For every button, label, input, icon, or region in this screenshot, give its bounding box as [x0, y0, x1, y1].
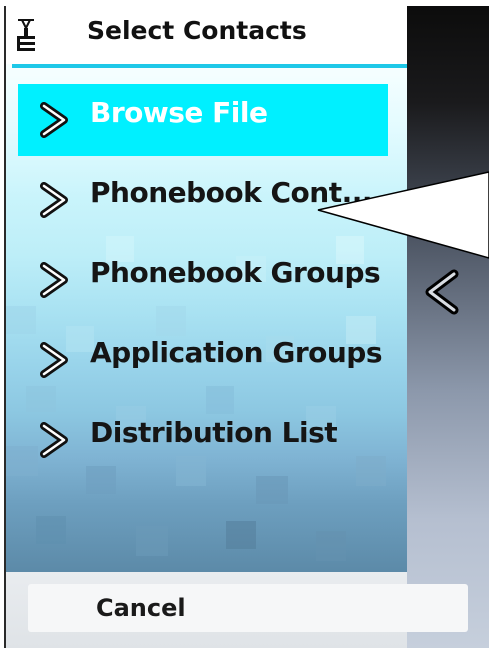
- frame-border: [4, 6, 6, 648]
- page-title: Select Contacts: [87, 16, 307, 45]
- menu-item-label: Application Groups: [90, 336, 383, 369]
- menu-item-label: Browse File: [90, 96, 268, 129]
- menu-item-application-groups[interactable]: Application Groups: [18, 324, 388, 404]
- cancel-button[interactable]: Cancel: [28, 584, 468, 632]
- chevron-right-icon: [40, 182, 68, 218]
- chevron-right-icon: [40, 422, 68, 458]
- menu-panel: Select Contacts Browse File Phonebook Co…: [6, 6, 407, 572]
- chevron-right-icon: [40, 342, 68, 378]
- softkey-bar: Cancel: [6, 572, 468, 648]
- menu-item-label: Phonebook Groups: [90, 256, 381, 289]
- chevron-left-icon[interactable]: [420, 268, 464, 316]
- header: Select Contacts: [6, 6, 407, 64]
- menu-item-phonebook-contacts[interactable]: Phonebook Cont...: [18, 164, 388, 244]
- contacts-select-icon: [17, 19, 35, 51]
- header-divider: [12, 64, 407, 68]
- side-panel: [407, 6, 489, 648]
- chevron-right-icon: [40, 102, 68, 138]
- cancel-button-label: Cancel: [96, 594, 186, 622]
- menu-item-browse-file[interactable]: Browse File: [18, 84, 388, 164]
- menu-item-label: Phonebook Cont...: [90, 176, 373, 209]
- chevron-right-icon: [40, 262, 68, 298]
- menu-item-phonebook-groups[interactable]: Phonebook Groups: [18, 244, 388, 324]
- screen: Select Contacts Browse File Phonebook Co…: [0, 0, 489, 648]
- menu-item-distribution-list[interactable]: Distribution List: [18, 404, 388, 484]
- menu-item-label: Distribution List: [90, 416, 338, 449]
- menu-list: Browse File Phonebook Cont... Phonebook …: [18, 84, 394, 484]
